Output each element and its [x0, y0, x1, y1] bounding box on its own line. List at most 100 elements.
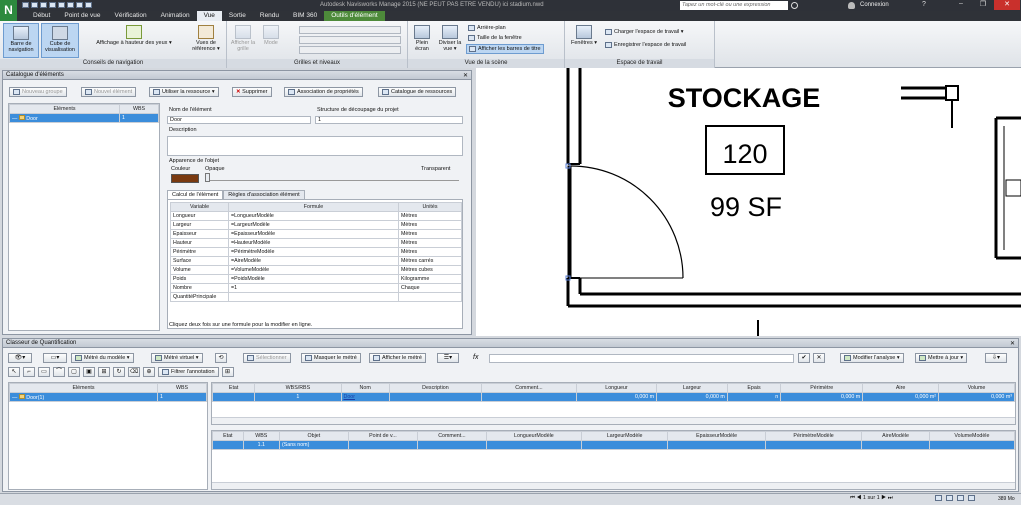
- object-grid-column[interactable]: EpaisseurModèle: [667, 431, 766, 441]
- new-group-button[interactable]: Nouveau groupe: [9, 87, 67, 97]
- color-swatch[interactable]: [171, 174, 199, 183]
- load-workspace-button[interactable]: Charger l'espace de travail ▾: [605, 28, 684, 36]
- count-tool-icon[interactable]: ⊞: [98, 367, 110, 377]
- save-workspace-button[interactable]: Enregistrer l'espace de travail: [605, 41, 686, 49]
- tab-verification[interactable]: Vérification: [108, 11, 154, 21]
- help-icon[interactable]: ?: [922, 1, 926, 8]
- search-icon[interactable]: [791, 2, 798, 9]
- opacity-slider[interactable]: [205, 173, 459, 182]
- export-button[interactable]: ⇩▾: [985, 353, 1007, 363]
- object-grid-column[interactable]: Comment...: [417, 431, 487, 441]
- calc-formula[interactable]: =VolumeModèle: [228, 265, 399, 275]
- object-grid-column[interactable]: Point de v...: [347, 431, 419, 441]
- modify-analysis-button[interactable]: Modifier l'analyse ▾: [840, 353, 904, 363]
- cancel-icon[interactable]: ✕: [813, 353, 825, 363]
- calc-row[interactable]: Poids =PoidsModèle Kilogramme: [170, 274, 462, 284]
- refresh-icon[interactable]: ⟲: [215, 353, 227, 363]
- resource-catalog-button[interactable]: Catalogue de ressources: [378, 87, 457, 97]
- pointer-tool-icon[interactable]: ↖: [8, 367, 20, 377]
- tab-point-de-vue[interactable]: Point de vue: [57, 11, 107, 21]
- tab-bim360[interactable]: BIM 360: [286, 11, 324, 21]
- minimize-button[interactable]: –: [950, 0, 972, 10]
- update-button[interactable]: Mettre à jour ▾: [915, 353, 968, 363]
- horizontal-scrollbar[interactable]: [212, 417, 1015, 424]
- calc-row[interactable]: Nombre =1 Chaque: [170, 283, 462, 293]
- windows-button[interactable]: Fenêtres ▾: [568, 23, 600, 58]
- tab-sortie[interactable]: Sortie: [222, 11, 253, 21]
- tab-outils-element[interactable]: Outils d'élément: [324, 11, 385, 21]
- rotate-tool-icon[interactable]: ↻: [113, 367, 125, 377]
- object-grid-column[interactable]: Objet: [278, 431, 349, 441]
- wbs-field[interactable]: 1: [315, 116, 463, 124]
- calc-row[interactable]: Surface =AireModèle Mètres carrés: [170, 256, 462, 266]
- model-takeoff-button[interactable]: Métré du modèle ▾: [71, 353, 134, 363]
- status-disk-icon[interactable]: [946, 495, 953, 501]
- item-grid-column[interactable]: Largeur: [656, 383, 728, 393]
- item-grid-column[interactable]: WBS/RBS: [254, 383, 342, 393]
- calc-row[interactable]: Hauteur =HauteurModèle Mètres: [170, 238, 462, 248]
- columns-button[interactable]: ☰▾: [437, 353, 459, 363]
- confirm-icon[interactable]: ✔: [798, 353, 810, 363]
- tab-animation[interactable]: Animation: [154, 11, 197, 21]
- hud-button[interactable]: Affichage à hauteur des yeux ▾: [84, 23, 184, 58]
- status-cpu-icon[interactable]: [957, 495, 964, 501]
- grid-level-select-2[interactable]: [299, 36, 401, 44]
- item-grid-column[interactable]: Etat: [212, 383, 256, 393]
- bucket-tool-icon[interactable]: ▣: [83, 367, 95, 377]
- item-grid-column[interactable]: Aire: [862, 383, 940, 393]
- eraser-tool-icon[interactable]: ⌫: [128, 367, 140, 377]
- show-grid-button[interactable]: Afficher la grille: [229, 23, 257, 58]
- item-grid-row[interactable]: 1 Door 0,000 m 0,000 m n 0,000 m 0,000 m² 0,000…: [212, 392, 1015, 402]
- object-grid-column[interactable]: Etat: [212, 431, 244, 441]
- calc-formula[interactable]: =PoidsModèle: [228, 274, 399, 284]
- calc-formula[interactable]: =LargeurModèle: [228, 220, 399, 230]
- grid-toggle-icon[interactable]: ⊞: [221, 367, 234, 377]
- object-grid-column[interactable]: LongueurModèle: [485, 431, 582, 441]
- fullscreen-button[interactable]: Plein écran: [410, 23, 434, 58]
- calc-formula[interactable]: =AireModèle: [228, 256, 399, 266]
- grid-level-select-3[interactable]: [299, 46, 401, 54]
- show-takeoff-button[interactable]: Afficher le métré: [369, 353, 426, 363]
- select-button[interactable]: Sélectionner: [243, 353, 291, 363]
- item-grid-column[interactable]: Description: [388, 383, 483, 393]
- item-grid-column[interactable]: Longueur: [575, 383, 658, 393]
- object-grid-row[interactable]: 1.1 (Sans nom): [212, 440, 1015, 450]
- status-memory-icon[interactable]: [968, 495, 975, 501]
- polyline-tool-icon[interactable]: ⌐: [23, 367, 35, 377]
- catalog-tree-row[interactable]: — Door 1: [9, 113, 159, 123]
- calc-formula[interactable]: [228, 292, 399, 302]
- show-titlebars-button[interactable]: Afficher les barres de titre: [466, 44, 544, 54]
- tab-debut[interactable]: Début: [26, 11, 57, 21]
- item-grid-column[interactable]: Epais: [726, 383, 782, 393]
- calc-formula[interactable]: =HauteurModèle: [228, 238, 399, 248]
- close-button[interactable]: ✕: [994, 0, 1020, 10]
- viewcube-button[interactable]: Cube de visualisation: [41, 23, 79, 58]
- user-icon[interactable]: [848, 2, 855, 9]
- filter-annotation-button[interactable]: Filtrer l'annotation: [158, 367, 219, 377]
- formula-input[interactable]: [489, 354, 794, 363]
- calc-row[interactable]: Longueur =LongueurModèle Mètres: [170, 211, 462, 221]
- calc-row[interactable]: Volume =VolumeModèle Mètres cubes: [170, 265, 462, 275]
- panel-close-icon[interactable]: ✕: [463, 72, 468, 79]
- window-size-button[interactable]: Taille de la fenêtre: [468, 34, 522, 42]
- item-name-field[interactable]: Door: [167, 116, 311, 124]
- area-tool-icon[interactable]: ▭: [38, 367, 50, 377]
- background-button[interactable]: Arrière-plan: [468, 24, 506, 32]
- quick-access-toolbar[interactable]: [22, 2, 152, 9]
- tab-rendu[interactable]: Rendu: [253, 11, 286, 21]
- status-pencil-icon[interactable]: [935, 495, 942, 501]
- line-tool-icon[interactable]: ⌒: [53, 367, 65, 377]
- object-grid-column[interactable]: LargeurModèle: [580, 431, 669, 441]
- new-item-button[interactable]: Nouvel élément: [81, 87, 137, 97]
- object-grid-column[interactable]: VolumeModèle: [928, 431, 1015, 441]
- property-mapping-button[interactable]: Association de propriétés: [284, 87, 363, 97]
- app-logo[interactable]: N: [0, 0, 17, 21]
- description-field[interactable]: [167, 136, 463, 156]
- view-options-button[interactable]: ▭▾: [43, 353, 67, 363]
- item-grid-column[interactable]: Comment...: [481, 383, 577, 393]
- reference-views-button[interactable]: Vues de référence ▾: [187, 23, 225, 58]
- nav-bar-button[interactable]: Barre de navigation: [3, 23, 39, 58]
- calc-formula[interactable]: =EpaisseurModèle: [228, 229, 399, 239]
- calc-row[interactable]: Epaisseur =EpaisseurModèle Mètres: [170, 229, 462, 239]
- grid-mode-button[interactable]: Mode: [259, 23, 283, 58]
